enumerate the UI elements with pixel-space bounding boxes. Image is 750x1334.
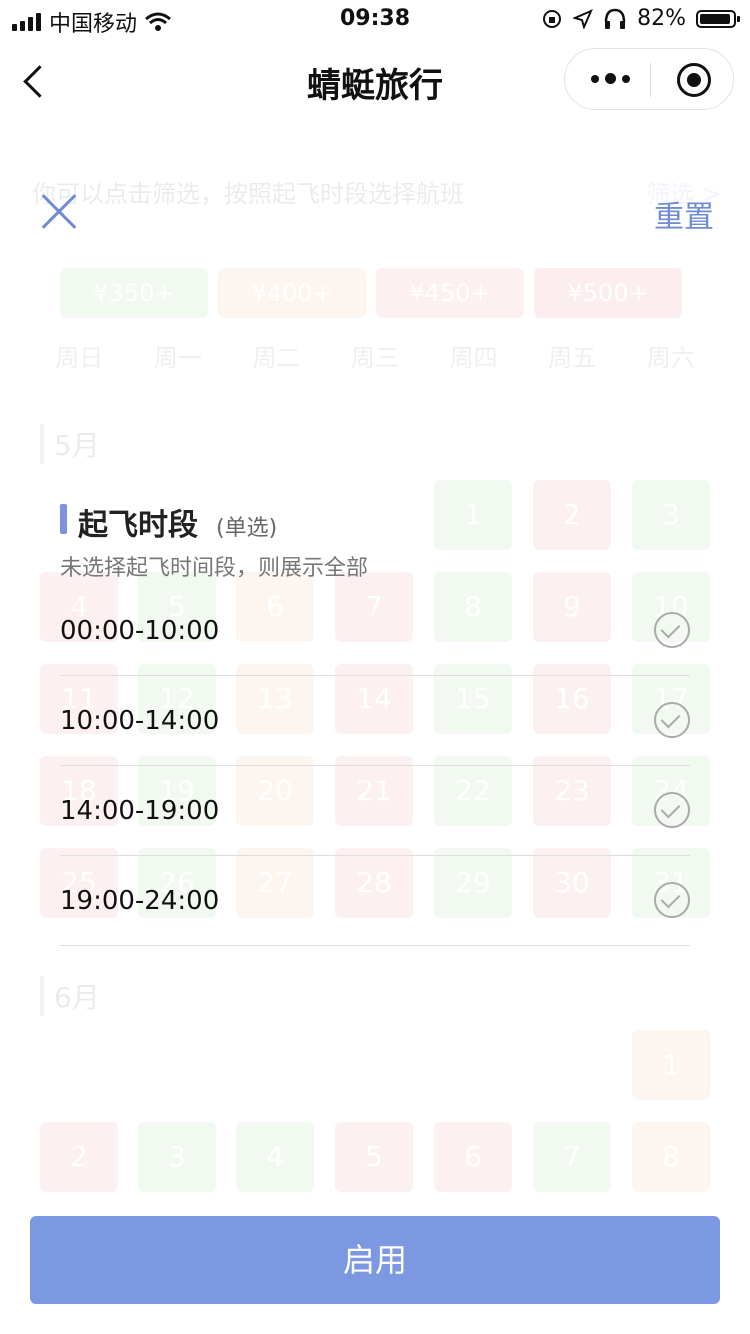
time-slot-label: 14:00-19:00 (60, 796, 220, 826)
time-slot-label: 10:00-14:00 (60, 706, 220, 736)
time-slot-option[interactable]: 14:00-19:00 (60, 766, 690, 856)
section-accent-bar (60, 504, 67, 534)
battery-percent: 82% (637, 6, 686, 31)
rotation-lock-icon (543, 9, 562, 28)
calendar-day: 1 (434, 480, 512, 550)
section-title: 起飞时段 (78, 508, 198, 543)
section-subtitle: (单选) (216, 516, 278, 541)
nav-bar: 蜻蜓旅行 (0, 40, 750, 124)
location-icon (573, 8, 594, 29)
calendar-day: 5 (335, 1122, 413, 1192)
capsule-divider (650, 63, 651, 97)
legend-item: ¥350+ (60, 268, 208, 318)
filter-hint: 你可以点击筛选，按照起飞时段选择航班 (32, 180, 464, 208)
time-slot-option[interactable]: 19:00-24:00 (60, 856, 690, 946)
weekday: 周三 (351, 344, 400, 372)
legend-item: ¥400+ (218, 268, 366, 318)
time-slot-option[interactable]: 10:00-14:00 (60, 676, 690, 766)
month-label-june: 6月 (40, 976, 100, 1016)
calendar-day: 1 (632, 1030, 710, 1100)
weekday: 周五 (548, 344, 597, 372)
month-label-may: 5月 (40, 424, 100, 464)
calendar-day: 4 (236, 1122, 314, 1192)
calendar-day: 7 (533, 1122, 611, 1192)
check-circle-icon[interactable] (654, 882, 690, 918)
calendar-day: 3 (138, 1122, 216, 1192)
price-legend: ¥350+ ¥400+ ¥450+ ¥500+ (60, 268, 682, 318)
calendar-day: 8 (632, 1122, 710, 1192)
apply-button[interactable]: 启用 (30, 1216, 720, 1304)
weekday: 周日 (55, 344, 104, 372)
calendar-day: 6 (434, 1122, 512, 1192)
weekday: 周二 (252, 344, 301, 372)
weekday: 周四 (449, 344, 498, 372)
legend-item: ¥500+ (534, 268, 682, 318)
status-bar: 中国移动 09:38 82% (0, 0, 750, 40)
calendar-day: 2 (533, 480, 611, 550)
time-slot-label: 00:00-10:00 (60, 616, 220, 646)
mini-program-capsule (564, 48, 734, 110)
time-slot-list: 00:00-10:00 10:00-14:00 14:00-19:00 19:0… (60, 586, 690, 946)
close-mini-program-icon[interactable] (677, 63, 711, 97)
check-circle-icon[interactable] (654, 702, 690, 738)
reset-button[interactable]: 重置 (654, 192, 714, 236)
weekday: 周六 (646, 344, 695, 372)
calendar-day: 2 (40, 1122, 118, 1192)
section-description: 未选择起飞时间段，则展示全部 (60, 556, 369, 581)
time-slot-label: 19:00-24:00 (60, 886, 220, 916)
close-icon[interactable] (38, 192, 78, 232)
time-slot-option[interactable]: 00:00-10:00 (60, 586, 690, 676)
headphones-icon (604, 8, 626, 29)
check-circle-icon[interactable] (654, 792, 690, 828)
weekday-header: 周日 周一 周二 周三 周四 周五 周六 (30, 338, 720, 373)
more-icon[interactable] (591, 73, 630, 84)
legend-item: ¥450+ (376, 268, 524, 318)
battery-icon (696, 9, 740, 28)
check-circle-icon[interactable] (654, 612, 690, 648)
calendar-day: 3 (632, 480, 710, 550)
status-right: 82% (541, 6, 740, 31)
weekday: 周一 (153, 344, 202, 372)
